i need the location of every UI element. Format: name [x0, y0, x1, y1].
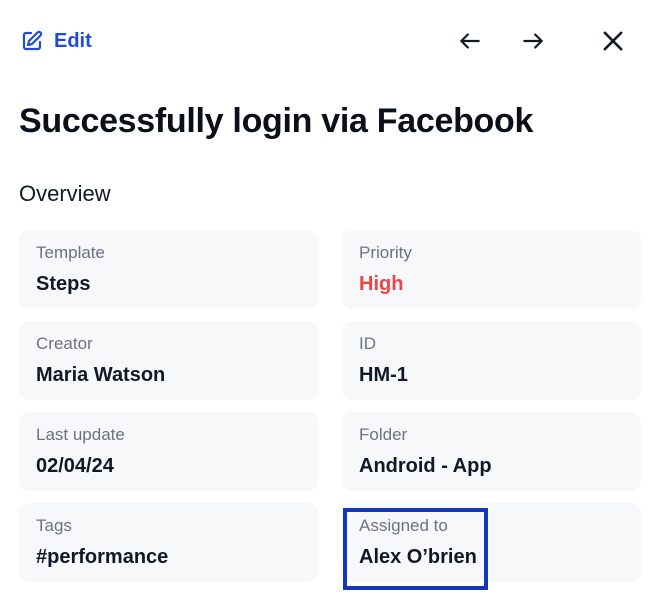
last-update-label: Last update — [36, 425, 125, 444]
template-label: Template — [36, 243, 105, 262]
assigned-to-label: Assigned to — [359, 516, 448, 535]
priority-field: Priority High — [342, 230, 641, 309]
priority-value: High — [359, 273, 404, 295]
creator-value: Maria Watson — [36, 364, 166, 386]
edit-button-label: Edit — [54, 29, 92, 52]
overview-heading: Overview — [19, 181, 111, 206]
assigned-to-field[interactable]: Assigned to Alex O’brien — [342, 503, 641, 582]
top-toolbar: Edit — [0, 0, 666, 82]
id-label: ID — [359, 334, 376, 353]
creator-label: Creator — [36, 334, 93, 353]
tags-label: Tags — [36, 516, 72, 535]
close-button[interactable] — [596, 24, 630, 58]
id-value: HM-1 — [359, 364, 408, 386]
priority-label: Priority — [359, 243, 412, 262]
tags-field: Tags #performance — [19, 503, 318, 582]
id-field: ID HM-1 — [342, 321, 641, 400]
previous-button[interactable] — [453, 24, 487, 58]
next-button[interactable] — [516, 24, 550, 58]
template-value: Steps — [36, 273, 91, 295]
edit-icon — [20, 29, 44, 53]
arrow-left-icon — [457, 28, 483, 54]
edit-button[interactable]: Edit — [20, 26, 92, 56]
creator-field: Creator Maria Watson — [19, 321, 318, 400]
tags-value: #performance — [36, 546, 169, 568]
template-field: Template Steps — [19, 230, 318, 309]
folder-field: Folder Android - App — [342, 412, 641, 491]
folder-label: Folder — [359, 425, 408, 444]
page-title: Successfully login via Facebook — [19, 102, 534, 140]
arrow-right-icon — [520, 28, 546, 54]
last-update-value: 02/04/24 — [36, 455, 114, 477]
last-update-field: Last update 02/04/24 — [19, 412, 318, 491]
folder-value: Android - App — [359, 455, 492, 477]
assigned-to-value[interactable]: Alex O’brien — [359, 545, 624, 569]
close-icon — [599, 27, 627, 55]
